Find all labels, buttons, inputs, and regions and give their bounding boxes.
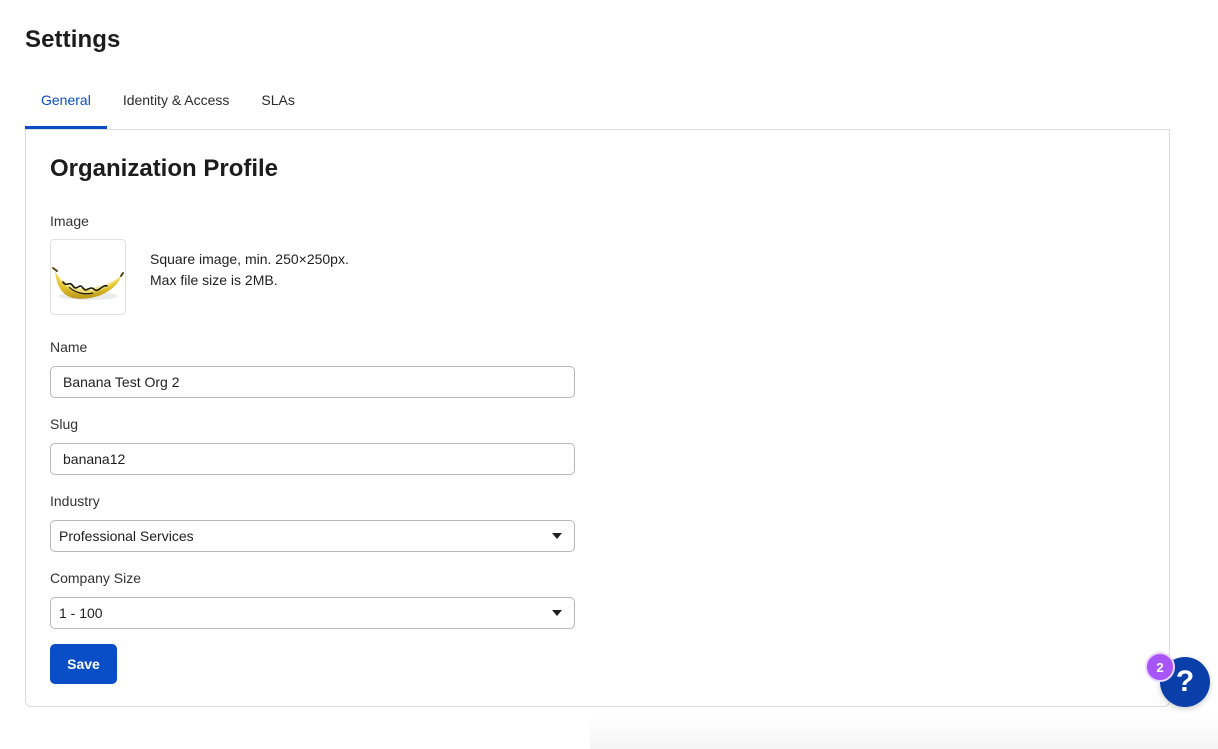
image-help-line-2: Max file size is 2MB. <box>150 272 278 288</box>
name-input[interactable] <box>50 366 575 398</box>
notification-badge: 2 <box>1145 652 1175 682</box>
chevron-down-icon <box>552 610 562 616</box>
slug-label: Slug <box>50 416 79 432</box>
name-label: Name <box>50 339 88 355</box>
industry-selected-value: Professional Services <box>59 528 194 544</box>
company-size-selected-value: 1 - 100 <box>59 605 103 621</box>
company-size-select[interactable]: 1 - 100 <box>50 597 575 629</box>
tab-identity-access[interactable]: Identity & Access <box>107 82 246 129</box>
industry-label: Industry <box>50 493 100 509</box>
org-image-upload[interactable] <box>50 239 126 315</box>
settings-tabs: General Identity & Access SLAs <box>25 82 311 129</box>
settings-page: Settings General Identity & Access SLAs … <box>0 0 1218 749</box>
question-mark-icon: ? <box>1175 665 1195 698</box>
organization-profile-card: Organization Profile Image Square image,… <box>25 129 1170 707</box>
banana-logo <box>52 267 124 300</box>
chevron-down-icon <box>552 533 562 539</box>
bottom-shadow <box>590 716 1218 749</box>
section-title: Organization Profile <box>50 155 279 182</box>
image-help-text: Square image, min. 250×250px. Max file s… <box>150 249 349 291</box>
save-button[interactable]: Save <box>50 644 117 684</box>
page-title: Settings <box>25 26 121 53</box>
slug-input[interactable] <box>50 443 575 475</box>
image-help-line-1: Square image, min. 250×250px. <box>150 251 349 267</box>
tab-general[interactable]: General <box>25 82 107 129</box>
tab-slas[interactable]: SLAs <box>245 82 310 129</box>
image-label: Image <box>50 213 89 229</box>
company-size-label: Company Size <box>50 570 142 586</box>
industry-select[interactable]: Professional Services <box>50 520 575 552</box>
